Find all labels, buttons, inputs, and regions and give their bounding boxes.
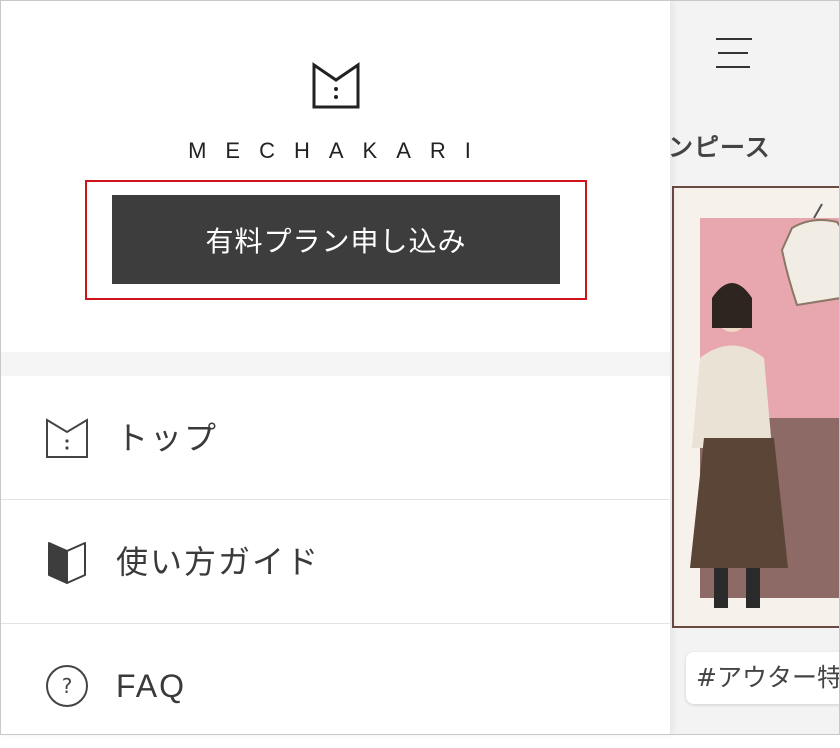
brand-name: MECHAKARI (188, 138, 490, 163)
side-drawer: MECHAKARI 有料プラン申し込み トップ 使い方ガイド ? FAQ (0, 0, 670, 735)
svg-text:?: ? (62, 674, 73, 698)
menu-item-label: トップ (116, 419, 219, 457)
model-figure-image (690, 203, 840, 608)
book-icon (48, 542, 86, 584)
mechakari-logo-icon (312, 62, 360, 109)
product-image-card[interactable] (672, 186, 840, 628)
hamburger-menu-icon[interactable] (716, 38, 754, 70)
section-divider (0, 352, 670, 376)
question-circle-icon: ? (46, 665, 88, 707)
menu-item-faq[interactable]: ? FAQ (0, 624, 670, 748)
menu-item-label: 使い方ガイド (116, 543, 321, 581)
mechakari-logo-icon (46, 418, 88, 458)
paid-plan-signup-button[interactable]: 有料プラン申し込み (112, 195, 560, 284)
menu-item-guide[interactable]: 使い方ガイド (0, 500, 670, 624)
menu-item-top[interactable]: トップ (0, 376, 670, 500)
menu-item-label: FAQ (116, 668, 187, 704)
hashtag-chip[interactable]: #アウター特 (686, 652, 840, 704)
category-heading: ンピース (668, 133, 771, 162)
